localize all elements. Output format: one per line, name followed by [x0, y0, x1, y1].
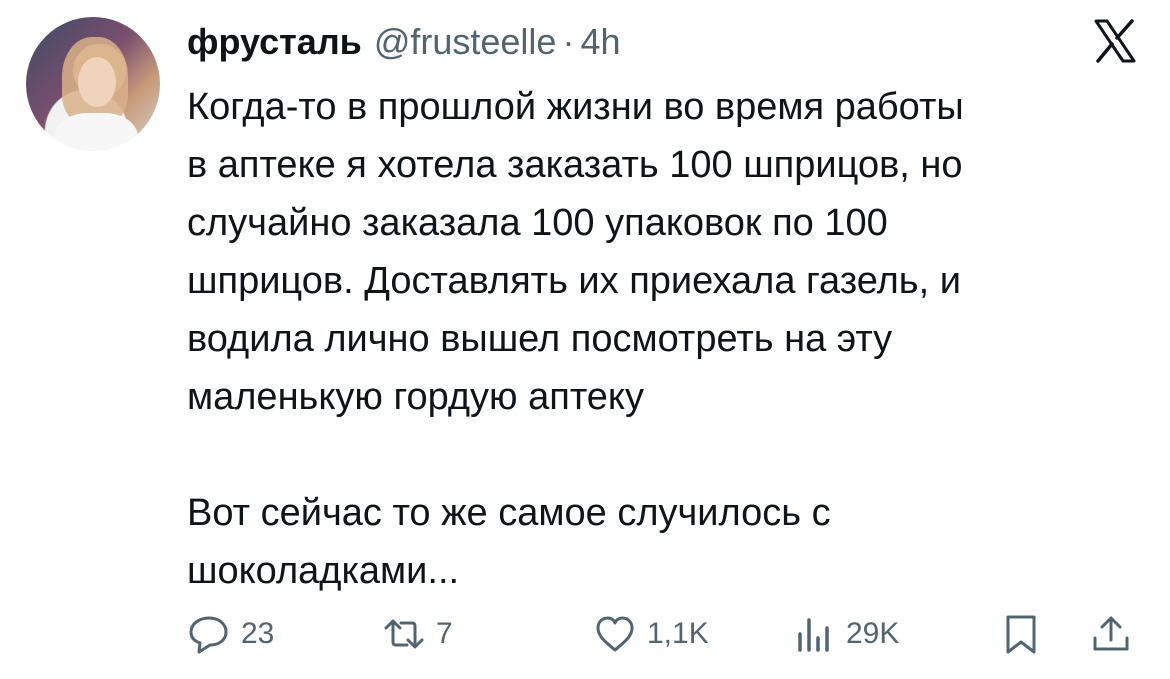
- reply-icon: [189, 616, 228, 654]
- share-button[interactable]: [1089, 606, 1133, 662]
- avatar[interactable]: [26, 17, 160, 151]
- separator-dot: ·: [562, 21, 575, 62]
- views-button[interactable]: 29K: [792, 606, 899, 662]
- display-name[interactable]: фрусталь: [187, 21, 362, 63]
- tweet-header: фрусталь @frusteelle · 4h: [187, 18, 1070, 66]
- bookmark-button[interactable]: [999, 606, 1043, 662]
- share-icon: [1093, 616, 1129, 651]
- like-button[interactable]: 1,1K: [593, 606, 709, 662]
- like-count: 1,1K: [647, 617, 709, 650]
- reply-button[interactable]: 23: [187, 606, 274, 662]
- avatar-shirt: [54, 113, 138, 151]
- reply-count: 23: [241, 617, 275, 650]
- tweet-text: Когда-то в прошлой жизни во время работы…: [187, 86, 964, 592]
- bookmark-icon: [1006, 615, 1036, 654]
- heart-icon: [596, 616, 634, 652]
- repost-count: 7: [436, 617, 453, 650]
- avatar-face: [78, 57, 116, 107]
- views-icon: [798, 618, 829, 652]
- user-handle[interactable]: @frusteelle: [374, 21, 557, 63]
- repost-icon: [384, 619, 424, 649]
- timestamp[interactable]: 4h: [580, 21, 620, 63]
- x-logo-icon: [1094, 19, 1136, 63]
- views-count: 29K: [846, 617, 900, 650]
- repost-button[interactable]: 7: [382, 606, 453, 662]
- action-bar: 23 7 1,1K 29K: [187, 606, 1147, 662]
